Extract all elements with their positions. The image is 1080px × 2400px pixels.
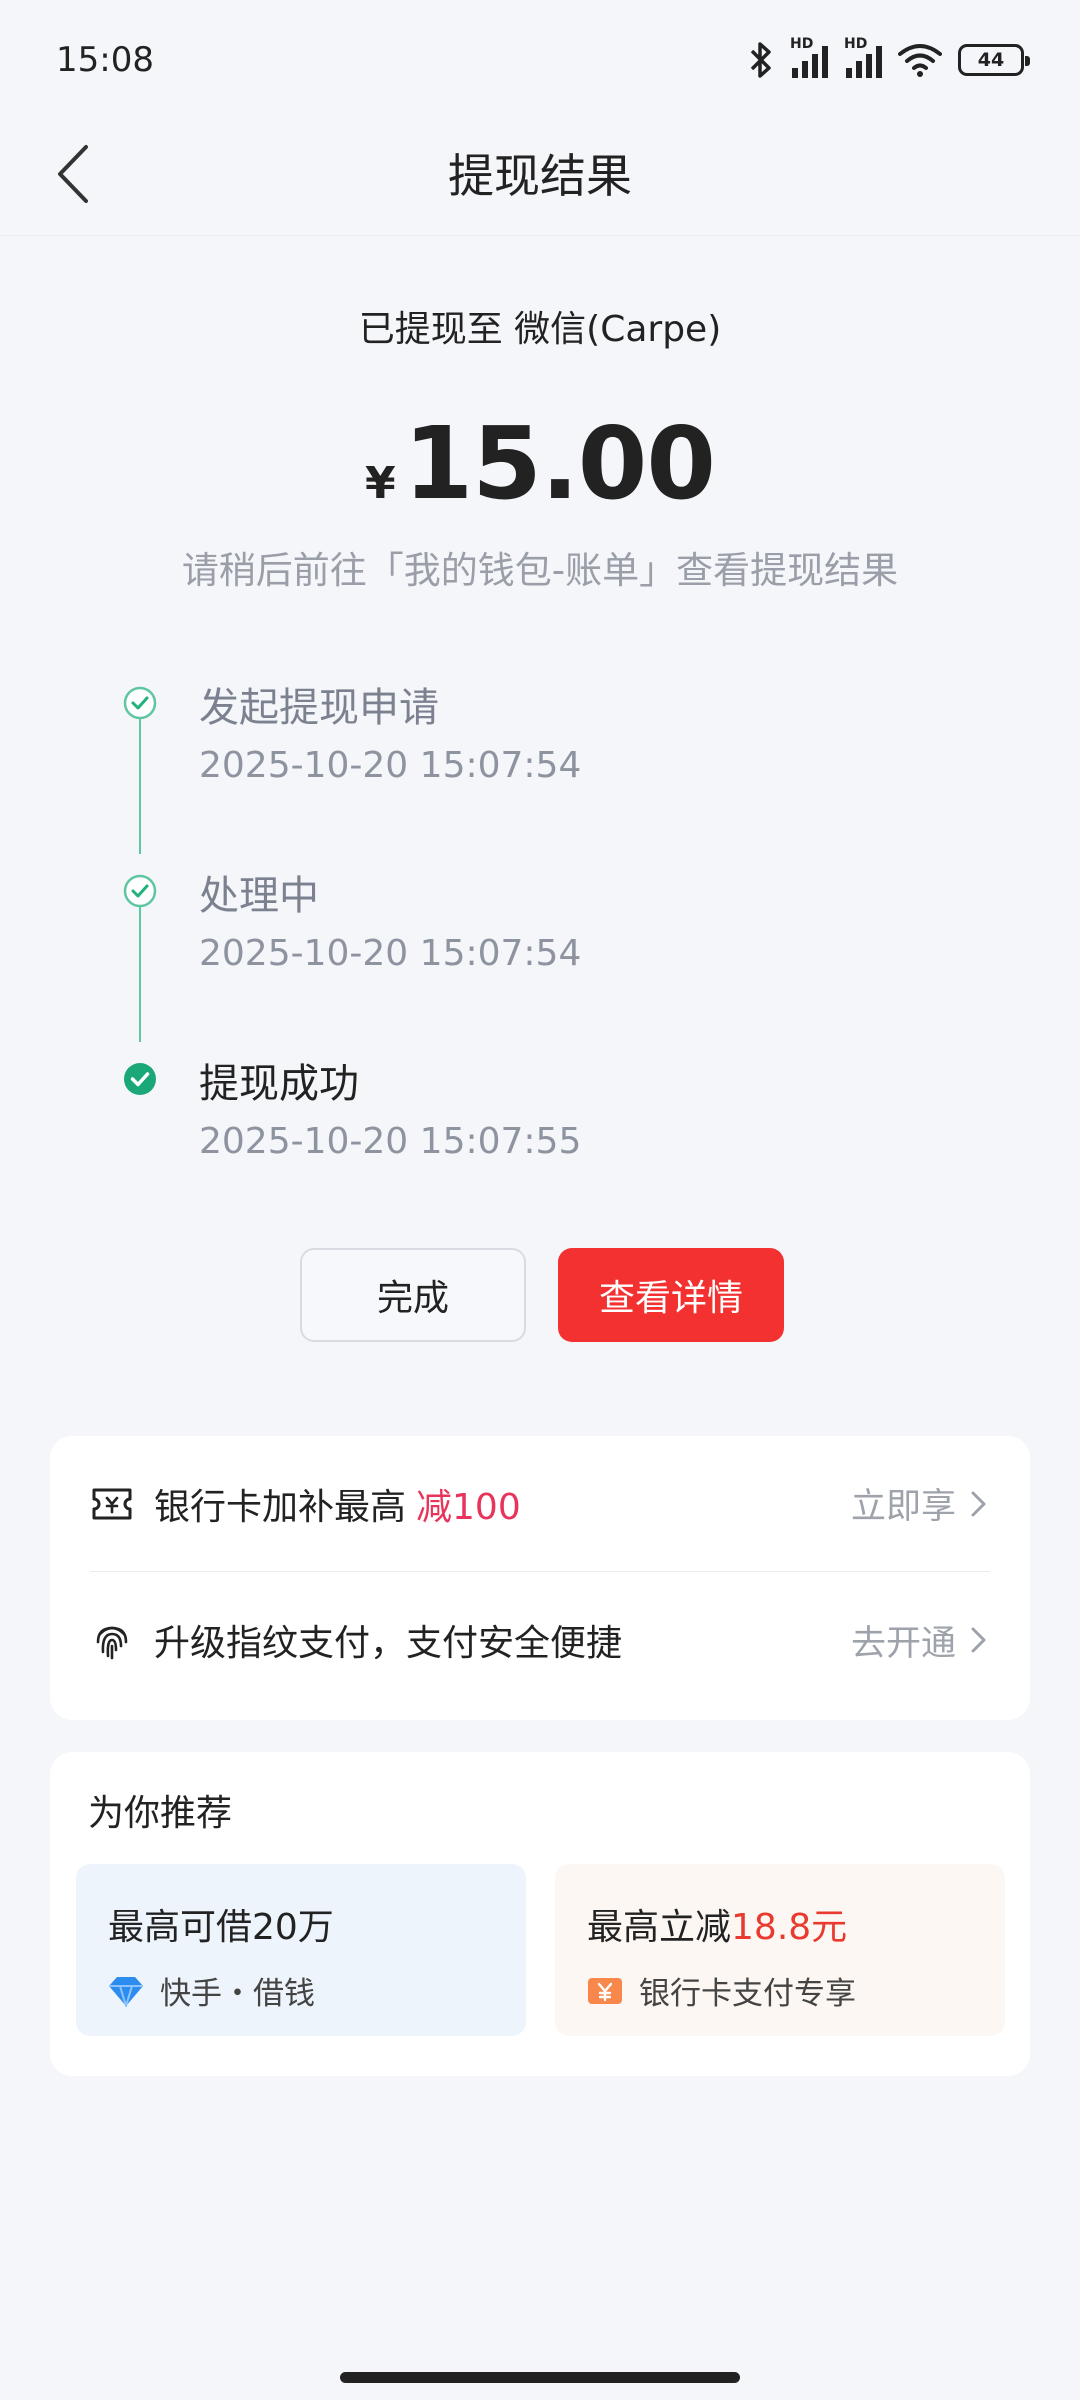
check-circle-filled-icon [124,1063,156,1095]
progress-timeline: 发起提现申请 2025-10-20 15:07:54 处理中 2025-10-2… [120,675,920,1185]
promo-fingerprint-pay[interactable]: 升级指纹支付，支付安全便捷 去开通 [90,1572,990,1708]
hd-label-2: HD [844,36,868,52]
promo-highlight: 减100 [416,1486,521,1528]
timeline-step-title: 提现成功 [199,1061,359,1107]
bluetooth-icon [750,42,771,78]
promo-action: 去开通 [851,1615,990,1666]
tile-sub: 快手・借钱 [108,1968,315,2013]
timeline-step-submitted: 发起提现申请 2025-10-20 15:07:54 [120,675,920,815]
done-button[interactable]: 完成 [300,1248,526,1342]
status-bar: 15:08 HD HD 44 [0,0,1080,120]
fingerprint-icon [90,1618,134,1662]
promo-text: 升级指纹支付，支付安全便捷 [154,1623,623,1664]
recommend-card: 为你推荐 最高可借20万 快手・借钱 最高立减18.8元 银行卡支付专享 [50,1752,1030,2076]
promo-action-label: 去开通 [850,1623,956,1664]
nav-header: 提现结果 [0,120,1080,236]
tile-sub-label: 快手・借钱 [160,1976,315,2012]
recommend-loan-tile[interactable]: 最高可借20万 快手・借钱 [76,1864,526,2036]
recommend-discount-tile[interactable]: 最高立减18.8元 银行卡支付专享 [555,1864,1005,2036]
cell-signal-icon: HD [790,36,828,78]
tile-headline-highlight: 18.8元 [731,1907,848,1948]
amount-value: 15.00 [403,405,716,522]
promo-text: 银行卡加补最高 [154,1486,407,1528]
recommend-title: 为你推荐 [88,1793,233,1834]
hd-label: HD [790,36,814,52]
action-buttons: 完成 查看详情 [300,1248,784,1342]
promo-bank-card-discount[interactable]: 银行卡加补最高 减100 立即享 [90,1436,990,1572]
result-hint: 请稍后前往「我的钱包-账单」查看提现结果 [181,549,899,592]
tile-sub: 银行卡支付专享 [587,1968,856,2013]
tile-sub-label: 银行卡支付专享 [639,1976,856,2012]
status-icons: HD HD 44 [748,36,1030,82]
withdraw-destination: 已提现至 微信(Carpe) [358,309,722,350]
cell-signal-icon-2: HD [844,36,882,78]
timeline-step-processing: 处理中 2025-10-20 15:07:54 [120,863,920,1003]
promo-action-label: 立即享 [850,1487,956,1527]
promo-action: 立即享 [851,1478,990,1529]
timeline-step-time: 2025-10-20 15:07:54 [199,933,582,974]
withdraw-result-page: 15:08 HD HD 44 提现结果 已提现至 微信(Carpe) ¥ 15.… [0,0,1080,2400]
home-indicator[interactable] [340,2372,740,2383]
timeline-step-title: 处理中 [199,873,319,919]
check-circle-outline-icon [123,686,157,720]
status-time: 15:08 [56,40,154,80]
amount-display: ¥ 15.00 [0,405,1080,522]
tile-headline-prefix: 最高立减 [587,1907,732,1948]
battery-icon: 44 [958,44,1030,76]
currency-symbol: ¥ [365,458,396,509]
tile-headline: 最高可借20万 [108,1907,334,1948]
timeline-step-time: 2025-10-20 15:07:54 [199,745,582,786]
chevron-right-icon [971,1491,986,1516]
diamond-icon [108,1973,144,2009]
check-circle-outline-icon [123,874,157,908]
yuan-coupon-icon [587,1973,623,2009]
promo-card: 银行卡加补最高 减100 立即享 升级指纹支付，支付安全便捷 去开通 [50,1436,1030,1720]
timeline-step-success: 提现成功 2025-10-20 15:07:55 [120,1051,920,1191]
page-title: 提现结果 [448,149,632,203]
ticket-icon [90,1482,134,1526]
wifi-icon [898,44,942,77]
chevron-right-icon [971,1627,986,1653]
timeline-step-time: 2025-10-20 15:07:55 [199,1121,582,1162]
timeline-step-title: 发起提现申请 [199,685,439,731]
view-details-button[interactable]: 查看详情 [558,1248,784,1342]
tile-headline: 最高立减18.8元 [587,1898,847,1950]
